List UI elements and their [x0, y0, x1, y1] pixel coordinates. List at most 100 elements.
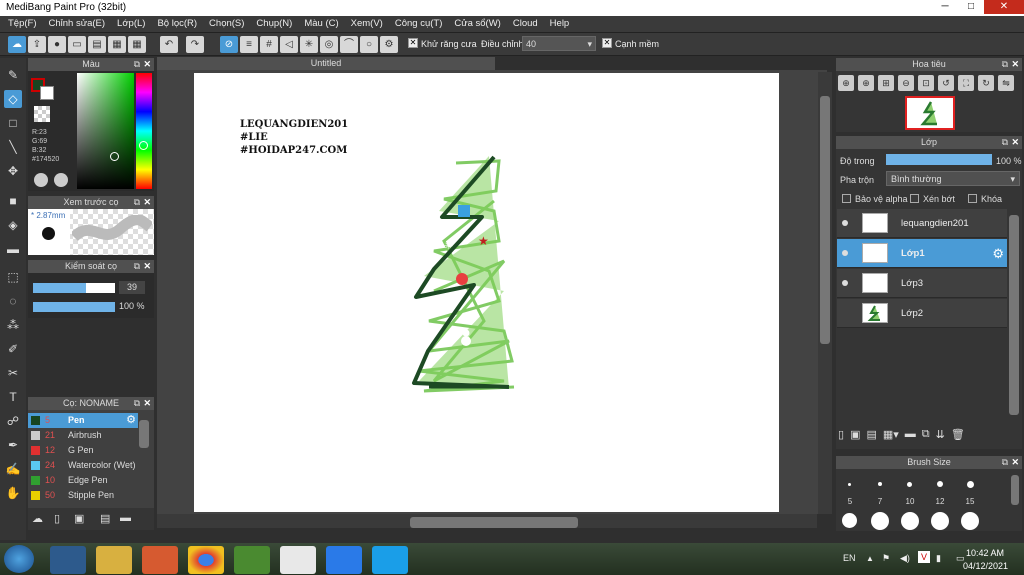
cloud-icon[interactable]: ☁	[8, 36, 26, 53]
brush-size-slider[interactable]	[33, 283, 115, 293]
maximize-button[interactable]: □	[958, 0, 984, 14]
app-icon[interactable]	[234, 546, 270, 574]
snap-curve-icon[interactable]: ⌒	[340, 36, 358, 53]
lock-checkbox[interactable]	[968, 194, 977, 203]
zoom-in-2-icon[interactable]: ⊕	[858, 75, 874, 91]
undock-icon[interactable]: ⧉	[134, 58, 140, 71]
zoom-out-icon[interactable]: ⊖	[898, 75, 914, 91]
menu-window[interactable]: Cửa sổ(W)	[448, 16, 506, 32]
clock-time[interactable]: 10:42 AM	[966, 548, 1004, 558]
brush-opacity-slider[interactable]	[33, 302, 115, 312]
actual-size-icon[interactable]: ⊡	[918, 75, 934, 91]
snap-circle-icon[interactable]: ◎	[320, 36, 338, 53]
undock-icon[interactable]: ⧉	[1002, 456, 1008, 469]
clock-date[interactable]: 04/12/2021	[963, 561, 1008, 571]
snap-radial-icon[interactable]: ✳	[300, 36, 318, 53]
duplicate-layer-icon[interactable]: ⧉	[922, 428, 930, 446]
close-icon[interactable]: ✕	[1011, 58, 1019, 71]
menu-edit[interactable]: Chỉnh sửa(E)	[43, 16, 112, 32]
layer-row[interactable]: Lớp2	[837, 299, 1007, 328]
clip-checkbox[interactable]	[910, 194, 919, 203]
tab-untitled[interactable]: Untitled	[157, 57, 495, 70]
page-icon[interactable]: ▤	[88, 36, 106, 53]
eyedropper-icon[interactable]: ✒	[4, 436, 22, 454]
flip-icon[interactable]: ⇋	[998, 75, 1014, 91]
visibility-icon[interactable]	[842, 280, 848, 286]
gear-icon[interactable]: ⚙	[126, 413, 136, 426]
brush-size-dot[interactable]	[842, 513, 857, 528]
medibang-icon[interactable]	[280, 546, 316, 574]
new-halftone-layer-icon[interactable]: ▣	[850, 428, 860, 446]
menu-color[interactable]: Màu (C)	[298, 16, 344, 32]
layer-row-selected[interactable]: Lớp1 ⚙	[837, 239, 1007, 268]
snap-ellipse-icon[interactable]: ○	[360, 36, 378, 53]
new-brush-icon[interactable]: ▯	[54, 512, 60, 525]
brush-list-item[interactable]: 24 Watercolor (Wet)	[28, 458, 138, 473]
undock-icon[interactable]: ⧉	[134, 397, 140, 410]
skype-icon[interactable]	[372, 546, 408, 574]
undo-icon[interactable]: ↶	[160, 36, 178, 53]
brush-list-item[interactable]: 10 Edge Pen	[28, 473, 138, 488]
hue-handle[interactable]	[139, 141, 148, 150]
transparent-swatch[interactable]	[34, 106, 50, 122]
layer-row[interactable]: lequangdien201	[837, 209, 1007, 238]
close-icon[interactable]: ✕	[1011, 136, 1019, 149]
hue-slider[interactable]	[136, 73, 152, 189]
gear-icon[interactable]: ⚙	[992, 246, 1004, 262]
brush-icon[interactable]: ✎	[4, 66, 22, 84]
menu-help[interactable]: Help	[544, 16, 576, 32]
document-icon[interactable]: ▭	[68, 36, 86, 53]
brush-settings-icon[interactable]: ▤	[100, 512, 110, 525]
gradient-icon[interactable]: ▬	[4, 240, 22, 258]
fit-icon[interactable]: ⊞	[878, 75, 894, 91]
minimize-button[interactable]: ─	[932, 0, 958, 14]
color-wheel-icon[interactable]	[54, 173, 68, 187]
undock-icon[interactable]: ⧉	[134, 196, 140, 209]
brush-size-dot[interactable]	[901, 512, 919, 530]
undock-icon[interactable]: ⧉	[134, 260, 140, 273]
snap-off-icon[interactable]: ⊘	[220, 36, 238, 53]
merge-down-icon[interactable]: ⇊	[936, 428, 945, 446]
pen-icon[interactable]: ✍	[4, 460, 22, 478]
folder-icon[interactable]: ▬	[905, 428, 916, 446]
menu-cloud[interactable]: Cloud	[507, 16, 544, 32]
undock-icon[interactable]: ⧉	[1002, 136, 1008, 149]
menu-file[interactable]: Tệp(F)	[2, 16, 43, 32]
close-icon[interactable]: ✕	[1011, 456, 1019, 469]
antialias-checkbox[interactable]: ✕	[408, 38, 418, 48]
background-swatch[interactable]	[40, 86, 54, 100]
lasso-icon[interactable]: ◌	[4, 292, 22, 310]
layer-opacity-slider[interactable]	[886, 154, 992, 165]
close-button[interactable]: ✕	[984, 0, 1024, 14]
zalo-icon[interactable]	[326, 546, 362, 574]
brush-size-dot[interactable]	[871, 512, 889, 530]
color-picker-handle[interactable]	[110, 152, 119, 161]
protect-alpha-checkbox[interactable]	[842, 194, 851, 203]
fill-icon[interactable]: ◈	[4, 216, 22, 234]
eraser-icon[interactable]: ◇	[4, 90, 22, 108]
horizontal-scroll-thumb[interactable]	[410, 517, 578, 528]
brush-size-dot[interactable]	[848, 483, 851, 486]
start-button[interactable]	[4, 545, 34, 573]
visibility-icon[interactable]	[842, 250, 848, 256]
soft-edge-checkbox[interactable]: ✕	[602, 38, 612, 48]
zoom-in-icon[interactable]: ⊕	[838, 75, 854, 91]
vertical-scroll-thumb[interactable]	[820, 96, 830, 344]
menu-select[interactable]: Chọn(S)	[203, 16, 250, 32]
brush-size-dot[interactable]	[937, 481, 943, 487]
close-icon[interactable]: ✕	[143, 260, 151, 273]
brush-size-dot[interactable]	[878, 482, 882, 486]
language-indicator[interactable]: EN	[843, 553, 856, 563]
brush-list-scrollbar[interactable]	[139, 420, 149, 448]
move-icon[interactable]: ✥	[4, 162, 22, 180]
fill-rect-icon[interactable]: ■	[4, 192, 22, 210]
brush-size-dot[interactable]	[961, 512, 979, 530]
menu-view[interactable]: Xem(V)	[345, 16, 389, 32]
redo-icon[interactable]: ↷	[186, 36, 204, 53]
rectangle-icon[interactable]: □	[4, 114, 22, 132]
select-pen-icon[interactable]: ✐	[4, 340, 22, 358]
menu-snap[interactable]: Chụp(N)	[250, 16, 298, 32]
network-icon[interactable]: ▮	[936, 553, 941, 564]
delete-layer-icon[interactable]: 🗑	[951, 428, 965, 446]
tray-expand-icon[interactable]: ▲	[866, 554, 874, 563]
